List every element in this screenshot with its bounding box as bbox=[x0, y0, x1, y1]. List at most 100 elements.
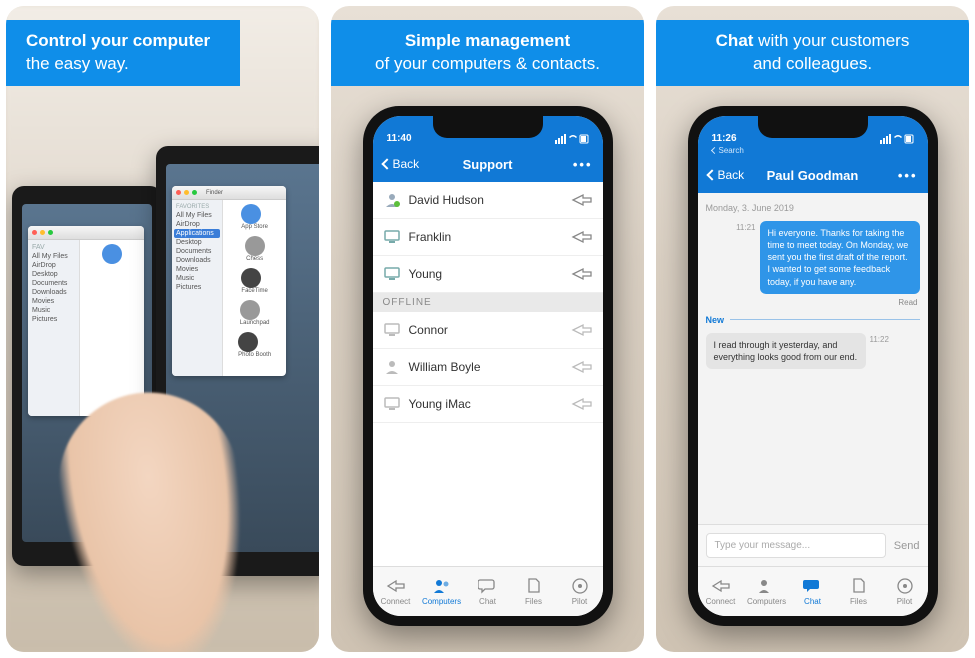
banner-1: Control your computer the easy way. bbox=[6, 20, 240, 86]
connect-tab-icon bbox=[386, 577, 406, 595]
back-button[interactable]: Back bbox=[383, 157, 431, 171]
banner-2-bold: Simple management bbox=[405, 31, 570, 50]
banner-1-rest: the easy way. bbox=[26, 54, 129, 73]
list-item[interactable]: Franklin bbox=[373, 219, 603, 256]
screenshot-panel-2: Simple management of your computers & co… bbox=[331, 6, 644, 652]
tab-pilot[interactable]: Pilot bbox=[882, 567, 928, 616]
connect-tab-icon bbox=[711, 577, 731, 595]
connect-icon[interactable] bbox=[571, 323, 593, 337]
contact-name: Franklin bbox=[409, 230, 563, 244]
tab-pilot[interactable]: Pilot bbox=[557, 567, 603, 616]
contact-name: David Hudson bbox=[409, 193, 563, 207]
message-time: 11:21 bbox=[736, 221, 755, 232]
notch bbox=[758, 116, 868, 138]
tab-chat[interactable]: Chat bbox=[790, 567, 836, 616]
message-in: I read through it yesterday, and everyth… bbox=[706, 333, 920, 369]
favorites-label: FAVORITES bbox=[174, 203, 220, 211]
notch bbox=[433, 116, 543, 138]
chat-tab-icon bbox=[478, 577, 498, 595]
screenshot-panel-3: Chat with your customers and colleagues.… bbox=[656, 6, 969, 652]
contact-list[interactable]: David Hudson Franklin bbox=[373, 182, 603, 566]
chat-input-bar: Type your message... Send bbox=[698, 524, 928, 566]
more-button[interactable]: ••• bbox=[870, 168, 918, 183]
tab-computers[interactable]: Computers bbox=[419, 567, 465, 616]
finder-title: Finder bbox=[206, 190, 223, 196]
computer-icon bbox=[383, 321, 401, 339]
person-icon bbox=[383, 358, 401, 376]
connect-icon[interactable] bbox=[571, 397, 593, 411]
nav-title: Paul Goodman bbox=[756, 168, 870, 183]
read-receipt: Read bbox=[706, 298, 918, 307]
tab-chat[interactable]: Chat bbox=[465, 567, 511, 616]
connect-icon[interactable] bbox=[571, 230, 593, 244]
contact-name: Young iMac bbox=[409, 397, 563, 411]
nav-bar: Back Paul Goodman ••• bbox=[698, 157, 928, 193]
finder-content: App Store Chess FaceTime Launchpad Photo… bbox=[223, 200, 286, 376]
screenshot-panel-1: Control your computer the easy way. FAV … bbox=[6, 6, 319, 652]
tab-files[interactable]: Files bbox=[836, 567, 882, 616]
contact-name: Young bbox=[409, 267, 563, 281]
pilot-tab-icon bbox=[895, 577, 915, 595]
tab-label: Files bbox=[850, 597, 867, 606]
message-bubble: I read through it yesterday, and everyth… bbox=[706, 333, 866, 369]
computers-tab-icon bbox=[757, 577, 777, 595]
tab-label: Connect bbox=[381, 597, 411, 606]
chevron-left-icon bbox=[710, 147, 717, 154]
contact-name: Connor bbox=[409, 323, 563, 337]
list-item[interactable]: Connor bbox=[373, 312, 603, 349]
status-icons bbox=[880, 134, 914, 144]
connect-icon[interactable] bbox=[571, 193, 593, 207]
banner-3-rest-b: and colleagues. bbox=[753, 54, 872, 73]
back-label: Back bbox=[393, 157, 420, 171]
message-input[interactable]: Type your message... bbox=[706, 533, 886, 558]
contact-name: William Boyle bbox=[409, 360, 563, 374]
chat-tab-icon bbox=[803, 577, 823, 595]
banner-3-bold: Chat bbox=[716, 31, 754, 50]
banner-2-rest: of your computers & contacts. bbox=[375, 54, 600, 73]
nav-title: Support bbox=[431, 157, 545, 172]
banner-2: Simple management of your computers & co… bbox=[331, 20, 644, 86]
connect-icon[interactable] bbox=[571, 267, 593, 281]
message-out: 11:21 Hi everyone. Thanks for taking the… bbox=[706, 221, 920, 294]
person-icon bbox=[383, 191, 401, 209]
new-label: New bbox=[706, 315, 725, 325]
chat-date: Monday, 3. June 2019 bbox=[706, 203, 920, 213]
tab-files[interactable]: Files bbox=[511, 567, 557, 616]
more-button[interactable]: ••• bbox=[545, 157, 593, 172]
tab-computers[interactable]: Computers bbox=[744, 567, 790, 616]
tab-label: Pilot bbox=[572, 597, 588, 606]
computer-icon bbox=[383, 228, 401, 246]
tab-label: Computers bbox=[747, 597, 786, 606]
phone-mock-2: 11:40 Back Support ••• bbox=[363, 106, 613, 626]
tab-bar: Connect Computers Chat Files Pilot bbox=[698, 566, 928, 616]
connect-icon[interactable] bbox=[571, 360, 593, 374]
status-time: 11:40 bbox=[387, 133, 412, 144]
banner-1-bold: Control your computer bbox=[26, 31, 210, 50]
list-item[interactable]: Young iMac bbox=[373, 386, 603, 423]
status-back-app[interactable]: Search bbox=[719, 146, 744, 155]
computer-icon bbox=[383, 395, 401, 413]
status-time: 11:26 bbox=[712, 133, 737, 144]
tab-label: Chat bbox=[479, 597, 496, 606]
list-item[interactable]: David Hudson bbox=[373, 182, 603, 219]
chat-body[interactable]: Monday, 3. June 2019 11:21 Hi everyone. … bbox=[698, 193, 928, 524]
phone-mock-3: 11:26 Search Back Paul Goodman ••• Mon bbox=[688, 106, 938, 626]
tab-connect[interactable]: Connect bbox=[698, 567, 744, 616]
pilot-tab-icon bbox=[570, 577, 590, 595]
tab-label: Pilot bbox=[897, 597, 913, 606]
nav-bar: Back Support ••• bbox=[373, 146, 603, 182]
list-item[interactable]: Young bbox=[373, 256, 603, 293]
back-label: Back bbox=[718, 168, 745, 182]
tab-label: Chat bbox=[804, 597, 821, 606]
list-item[interactable]: William Boyle bbox=[373, 349, 603, 386]
back-button[interactable]: Back bbox=[708, 168, 756, 182]
tab-connect[interactable]: Connect bbox=[373, 567, 419, 616]
send-button[interactable]: Send bbox=[894, 540, 920, 552]
files-tab-icon bbox=[849, 577, 869, 595]
tab-label: Files bbox=[525, 597, 542, 606]
chevron-left-icon bbox=[706, 169, 717, 180]
computer-icon bbox=[383, 265, 401, 283]
computers-tab-icon bbox=[432, 577, 452, 595]
new-divider: New bbox=[706, 315, 920, 325]
banner-3-rest-a: with your customers bbox=[753, 31, 909, 50]
